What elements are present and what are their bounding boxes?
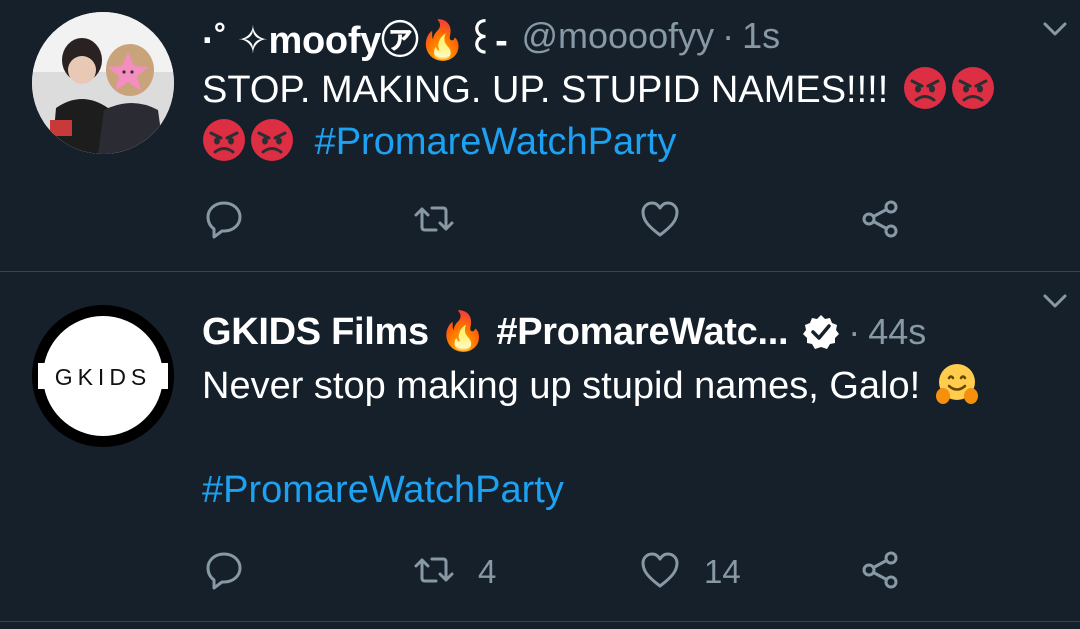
separator-dot: · xyxy=(848,311,861,352)
verified-badge-icon xyxy=(802,313,840,351)
like-button[interactable] xyxy=(638,196,704,246)
tweet-text-plain: STOP. MAKING. UP. STUPID NAMES!!!! xyxy=(202,69,899,111)
tweet-text-plain: Never stop making up stupid names, Galo! xyxy=(202,365,931,407)
timestamp[interactable]: 1s xyxy=(742,15,780,57)
share-button[interactable] xyxy=(858,196,902,246)
tweet[interactable]: ·˚ ✧moofy㋐🔥꒰- @moooofyy · 1s STOP. MAKIN… xyxy=(0,0,1080,272)
tweet[interactable]: GKIDS GKIDS Films 🔥 #PromareWatc... · 44… xyxy=(0,272,1080,622)
avatar-photo xyxy=(32,12,174,154)
like-count: 14 xyxy=(704,553,741,590)
timestamp[interactable]: 44s xyxy=(868,311,926,353)
like-button[interactable]: 14 xyxy=(638,547,741,597)
gkids-logo: GKIDS xyxy=(32,305,174,447)
retweet-button[interactable]: 4 xyxy=(412,547,496,597)
avatar[interactable] xyxy=(32,12,174,154)
angry-face-icon xyxy=(903,66,947,110)
heart-icon xyxy=(638,548,682,597)
hashtag-link[interactable]: #PromareWatchParty xyxy=(202,469,564,511)
angry-face-icon xyxy=(250,118,294,162)
tweet-body: ·˚ ✧moofy㋐🔥꒰- @moooofyy · 1s STOP. MAKIN… xyxy=(202,8,1050,168)
author-handle[interactable]: @moooofyy xyxy=(521,15,714,57)
hashtag-link[interactable]: #PromareWatchParty xyxy=(315,121,677,163)
retweet-icon xyxy=(412,197,456,246)
reply-button[interactable] xyxy=(202,196,268,246)
share-button[interactable] xyxy=(858,547,902,597)
tweet-header: ·˚ ✧moofy㋐🔥꒰- @moooofyy · 1s xyxy=(202,8,1050,64)
chevron-down-icon[interactable] xyxy=(1040,286,1070,316)
share-icon xyxy=(858,197,902,246)
tweet-text: STOP. MAKING. UP. STUPID NAMES!!!! #Prom… xyxy=(202,64,1050,168)
retweet-count: 4 xyxy=(478,553,497,590)
retweet-button[interactable] xyxy=(412,196,478,246)
hugging-face-icon xyxy=(935,362,979,406)
author-name[interactable]: ·˚ ✧moofy㋐🔥꒰- xyxy=(202,9,508,64)
tweet-actions: 4 14 xyxy=(0,547,1080,597)
tweet-text: Never stop making up stupid names, Galo!… xyxy=(202,360,1050,516)
avatar[interactable]: GKIDS xyxy=(32,305,174,447)
reply-icon xyxy=(202,197,246,246)
retweet-icon xyxy=(412,548,456,597)
tweet-actions xyxy=(0,196,1080,246)
tweet-body: GKIDS Films 🔥 #PromareWatc... · 44s Neve… xyxy=(202,304,1050,516)
timeline-feed: ·˚ ✧moofy㋐🔥꒰- @moooofyy · 1s STOP. MAKIN… xyxy=(0,0,1080,629)
share-icon xyxy=(858,548,902,597)
heart-icon xyxy=(638,197,682,246)
separator-dot: · xyxy=(722,15,735,56)
gkids-logo-text: GKIDS xyxy=(55,364,152,390)
author-name[interactable]: GKIDS Films 🔥 #PromareWatc... xyxy=(202,310,789,354)
angry-face-icon xyxy=(202,118,246,162)
angry-face-icon xyxy=(951,66,995,110)
tweet-header: GKIDS Films 🔥 #PromareWatc... · 44s xyxy=(202,304,1050,360)
chevron-down-icon[interactable] xyxy=(1040,14,1070,44)
reply-button[interactable] xyxy=(202,547,268,597)
reply-icon xyxy=(202,548,246,597)
